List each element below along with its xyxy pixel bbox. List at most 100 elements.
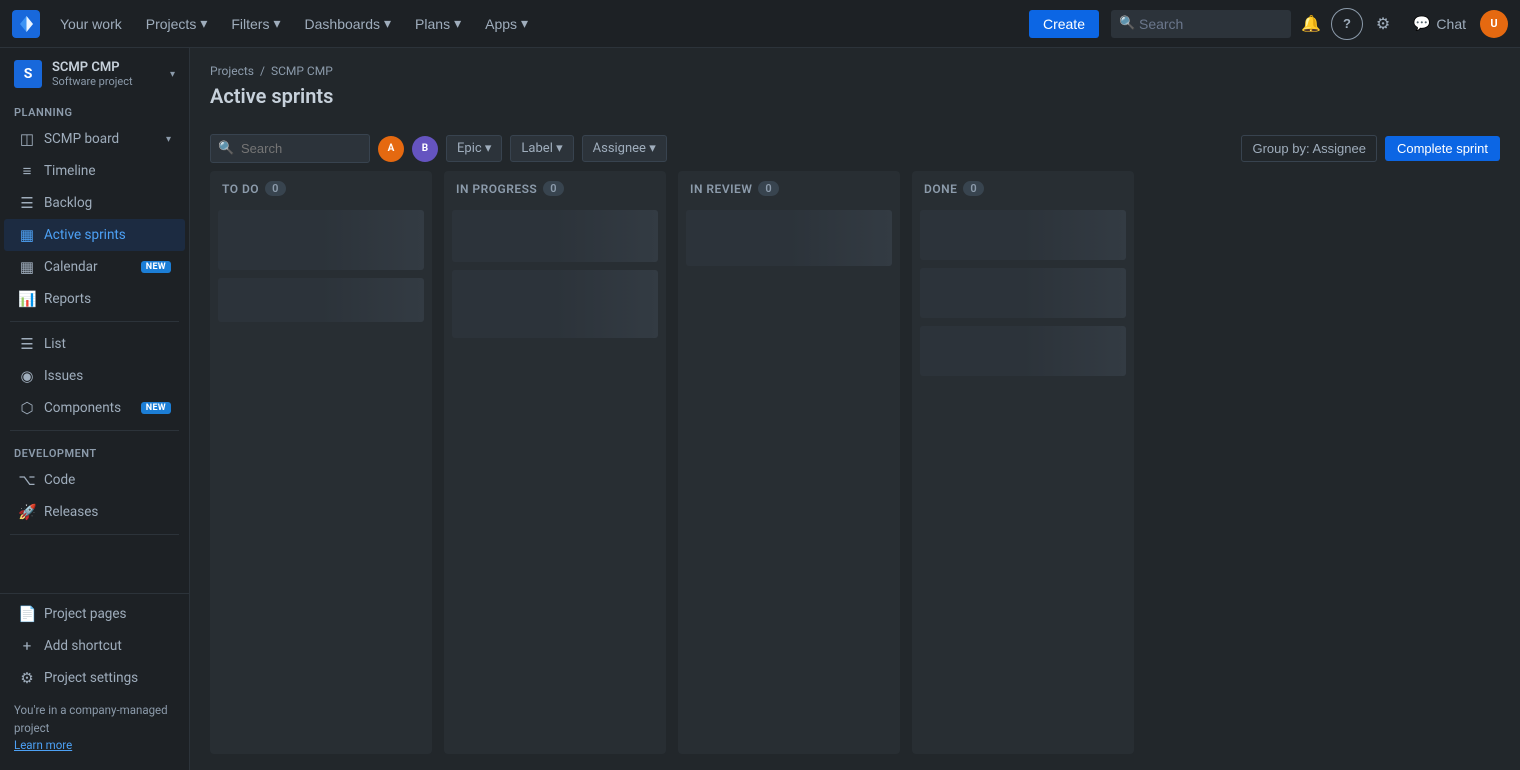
list-icon: ☰ [18, 335, 36, 353]
epic-filter[interactable]: Epic ▾ [446, 135, 502, 162]
topnav-right-area: Create 🔍 🔔 ? ⚙ 💬 Chat U [1025, 8, 1508, 40]
sidebar-label-active-sprints: Active sprints [44, 227, 171, 243]
sidebar-item-project-pages[interactable]: 📄 Project pages [4, 598, 185, 630]
sidebar-divider-3 [10, 534, 179, 535]
sidebar-label-timeline: Timeline [44, 163, 171, 179]
learn-more-link[interactable]: Learn more [14, 738, 72, 752]
sidebar-item-issues[interactable]: ◉ Issues [4, 360, 185, 392]
notifications-button[interactable]: 🔔 [1295, 8, 1327, 40]
content-area: Projects / SCMP CMP Active sprints 🔍 A B… [190, 48, 1520, 770]
create-button[interactable]: Create [1029, 10, 1099, 38]
sidebar-item-releases[interactable]: 🚀 Releases [4, 496, 185, 528]
project-header[interactable]: S SCMP CMP Software project ▾ [0, 48, 189, 96]
board-title-row: Active sprints [210, 84, 1500, 108]
breadcrumb: Projects / SCMP CMP [210, 64, 1500, 78]
timeline-icon: ≡ [18, 162, 36, 180]
project-icon: S [14, 60, 42, 88]
group-by-button[interactable]: Group by: Assignee [1241, 135, 1376, 162]
project-pages-icon: 📄 [18, 605, 36, 623]
releases-icon: 🚀 [18, 503, 36, 521]
assignee-avatar-1[interactable]: A [378, 136, 404, 162]
sidebar-label-backlog: Backlog [44, 195, 171, 211]
column-todo-count: 0 [265, 181, 286, 196]
filters-button[interactable]: Filters ▾ [221, 11, 290, 36]
scmp-board-chevron-icon: ▾ [166, 134, 171, 145]
project-type: Software project [52, 75, 160, 88]
sidebar: S SCMP CMP Software project ▾ PLANNING ◫… [0, 48, 190, 770]
dashboards-button[interactable]: Dashboards ▾ [295, 11, 402, 36]
calendar-icon: ▦ [18, 258, 36, 276]
sidebar-item-project-settings[interactable]: ⚙ Project settings [4, 662, 185, 694]
active-sprints-icon: ▦ [18, 226, 36, 244]
sidebar-label-project-settings: Project settings [44, 670, 171, 686]
sidebar-label-add-shortcut: Add shortcut [44, 638, 171, 654]
column-done: DONE 0 [912, 171, 1134, 754]
your-work-button[interactable]: Your work [50, 12, 132, 36]
column-inprogress-count: 0 [543, 181, 564, 196]
board-icon: ◫ [18, 130, 36, 148]
column-done-body[interactable] [912, 204, 1134, 754]
label-filter[interactable]: Label ▾ [510, 135, 573, 162]
notifications-icon: 🔔 [1301, 14, 1321, 34]
code-icon: ⌥ [18, 471, 36, 489]
jira-logo[interactable] [12, 10, 40, 38]
add-shortcut-icon: + [18, 637, 36, 655]
sidebar-item-code[interactable]: ⌥ Code [4, 464, 185, 496]
plans-button[interactable]: Plans ▾ [405, 11, 471, 36]
projects-button[interactable]: Projects ▾ [136, 11, 218, 36]
sidebar-label-list: List [44, 336, 171, 352]
top-navigation: Your work Projects ▾ Filters ▾ Dashboard… [0, 0, 1520, 48]
sidebar-item-reports[interactable]: 📊 Reports [4, 283, 185, 315]
sidebar-item-backlog[interactable]: ☰ Backlog [4, 187, 185, 219]
apps-button[interactable]: Apps ▾ [475, 11, 538, 36]
project-chevron-icon: ▾ [170, 69, 175, 80]
board-search-input[interactable] [210, 134, 370, 163]
help-button[interactable]: ? [1331, 8, 1363, 40]
backlog-icon: ☰ [18, 194, 36, 212]
sidebar-label-reports: Reports [44, 291, 171, 307]
column-review-header: IN REVIEW 0 [678, 171, 900, 204]
project-info: SCMP CMP Software project [52, 60, 160, 88]
sidebar-footer: You're in a company-managed project Lear… [0, 694, 189, 762]
skeleton-card [920, 210, 1126, 260]
sidebar-item-components[interactable]: ⬡ Components NEW [4, 392, 185, 424]
sidebar-label-releases: Releases [44, 504, 171, 520]
sidebar-item-calendar[interactable]: ▦ Calendar NEW [4, 251, 185, 283]
column-review-body[interactable] [678, 204, 900, 754]
complete-sprint-button[interactable]: Complete sprint [1385, 136, 1500, 161]
project-name: SCMP CMP [52, 60, 160, 75]
column-done-header: DONE 0 [912, 171, 1134, 204]
help-icon: ? [1343, 16, 1351, 31]
main-body: S SCMP CMP Software project ▾ PLANNING ◫… [0, 48, 1520, 770]
sidebar-label-issues: Issues [44, 368, 171, 384]
column-review-count: 0 [758, 181, 779, 196]
settings-button[interactable]: ⚙ [1367, 8, 1399, 40]
assignee-filter[interactable]: Assignee ▾ [582, 135, 667, 162]
assignee-avatar-2[interactable]: B [412, 136, 438, 162]
user-avatar[interactable]: U [1480, 10, 1508, 38]
reports-icon: 📊 [18, 290, 36, 308]
column-inprogress-body[interactable] [444, 204, 666, 754]
column-done-count: 0 [963, 181, 984, 196]
development-section-label: DEVELOPMENT [0, 437, 189, 464]
sidebar-item-timeline[interactable]: ≡ Timeline [4, 155, 185, 187]
column-todo: TO DO 0 [210, 171, 432, 754]
search-input[interactable] [1111, 10, 1291, 38]
board-toolbar: 🔍 A B Epic ▾ Label ▾ Assignee ▾ [190, 126, 1520, 171]
sidebar-item-add-shortcut[interactable]: + Add shortcut [4, 630, 185, 662]
breadcrumb-project-name[interactable]: SCMP CMP [271, 64, 333, 78]
toolbar-search-wrap: 🔍 [210, 134, 370, 163]
issues-icon: ◉ [18, 367, 36, 385]
column-todo-body[interactable] [210, 204, 432, 754]
breadcrumb-separator: / [260, 64, 265, 78]
project-settings-icon: ⚙ [18, 669, 36, 687]
sidebar-item-list[interactable]: ☰ List [4, 328, 185, 360]
chat-button[interactable]: 💬 Chat [1403, 11, 1476, 36]
settings-icon: ⚙ [1376, 14, 1390, 34]
sidebar-item-active-sprints[interactable]: ▦ Active sprints [4, 219, 185, 251]
skeleton-card [452, 270, 658, 338]
skeleton-card [218, 210, 424, 270]
board-header: Projects / SCMP CMP Active sprints [190, 48, 1520, 126]
sidebar-item-scmp-board[interactable]: ◫ SCMP board ▾ [4, 123, 185, 155]
breadcrumb-projects[interactable]: Projects [210, 64, 254, 78]
